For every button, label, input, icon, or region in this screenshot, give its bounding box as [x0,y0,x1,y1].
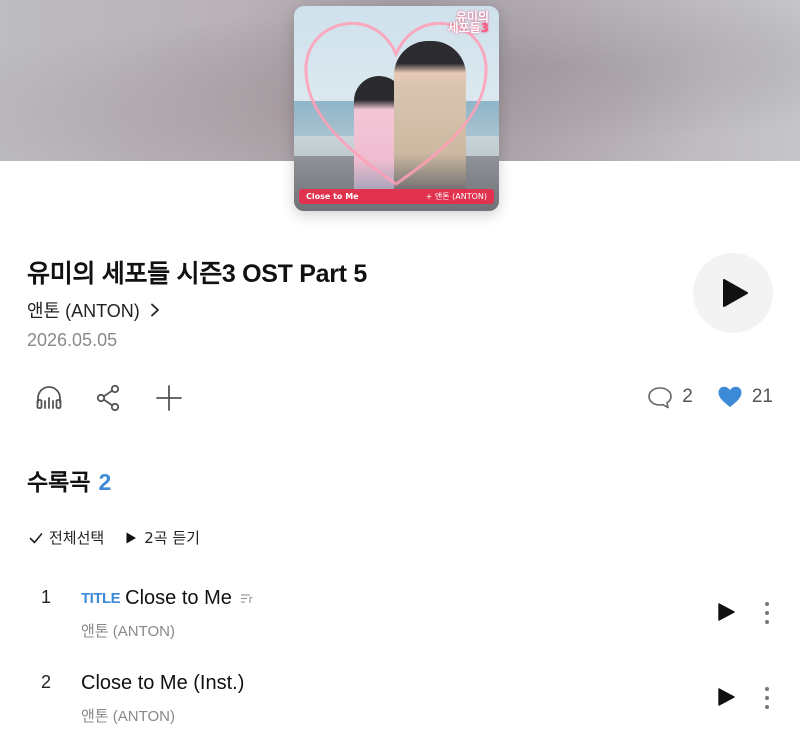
tracklist-heading: 수록곡 2 [27,463,111,497]
play-icon [723,279,748,307]
play-track-icon[interactable] [716,687,736,707]
tracklist-heading-label: 수록곡 [27,470,91,496]
comment-count: 2 [682,386,693,407]
check-icon [29,532,43,543]
like-count: 21 [751,386,773,407]
heart-outline-icon [304,21,488,186]
more-options-icon[interactable] [760,685,774,711]
cover-logo-line2: 세포들3 [447,21,489,35]
plus-icon [156,385,182,411]
release-date: 2026.05.05 [27,330,118,350]
headphones-icon [36,386,62,409]
heart-icon [718,386,742,407]
share-button[interactable] [94,383,124,413]
artist-name: 앤톤 (ANTON) [27,301,140,321]
lyrics-icon [240,594,253,603]
more-options-icon[interactable] [760,600,774,626]
track-title-row: Close to Me (Inst.) [81,672,244,695]
track-artist: 앤톤 (ANTON) [81,623,175,640]
album-cover[interactable]: 유미의 세포들3 Close to Me + 앤톤 (ANTON) [294,6,499,211]
title-badge: TITLE [81,590,121,607]
cover-banner-artist: + 앤톤 (ANTON) [425,192,487,201]
listen-button[interactable] [34,383,64,413]
tracklist-count: 2 [98,469,112,495]
cover-logo: 유미의 세포들3 [447,11,489,35]
social-stats: 2 21 [647,385,773,409]
play-album-button[interactable] [693,253,773,333]
comments-button[interactable]: 2 [647,385,693,409]
play-all-label: 2곡 듣기 [144,529,200,547]
play-icon [126,532,137,543]
track-number: 2 [41,672,52,692]
track-artist: 앤톤 (ANTON) [81,708,175,725]
cover-logo-line2-text: 세포들 [447,21,481,35]
track-row[interactable]: 1 TITLE Close to Me 앤톤 (ANTON) [0,587,800,647]
share-icon [96,384,120,412]
track-title-row: TITLE Close to Me [81,587,253,610]
tracklist-tools: 전체선택 2곡 듣기 [29,527,200,548]
comment-icon [648,387,673,409]
album-actions [34,383,184,413]
track-number: 1 [41,587,52,607]
play-all-button[interactable]: 2곡 듣기 [124,527,200,548]
album-title: 유미의 세포들 시즌3 OST Part 5 [27,260,367,288]
select-all-label: 전체선택 [49,529,105,547]
artist-link[interactable]: 앤톤 (ANTON) [27,297,162,323]
cover-banner-title: Close to Me [306,192,359,201]
track-row[interactable]: 2 Close to Me (Inst.) 앤톤 (ANTON) [0,672,800,732]
cover-banner: Close to Me + 앤톤 (ANTON) [299,189,494,204]
track-title[interactable]: Close to Me [125,587,232,610]
track-title[interactable]: Close to Me (Inst.) [81,672,244,695]
chevron-right-icon [150,303,159,317]
select-all-button[interactable]: 전체선택 [29,527,104,548]
cover-logo-badge: 3 [480,21,489,35]
play-track-icon[interactable] [716,602,736,622]
like-button[interactable]: 21 [717,385,773,409]
add-to-playlist-button[interactable] [154,383,184,413]
